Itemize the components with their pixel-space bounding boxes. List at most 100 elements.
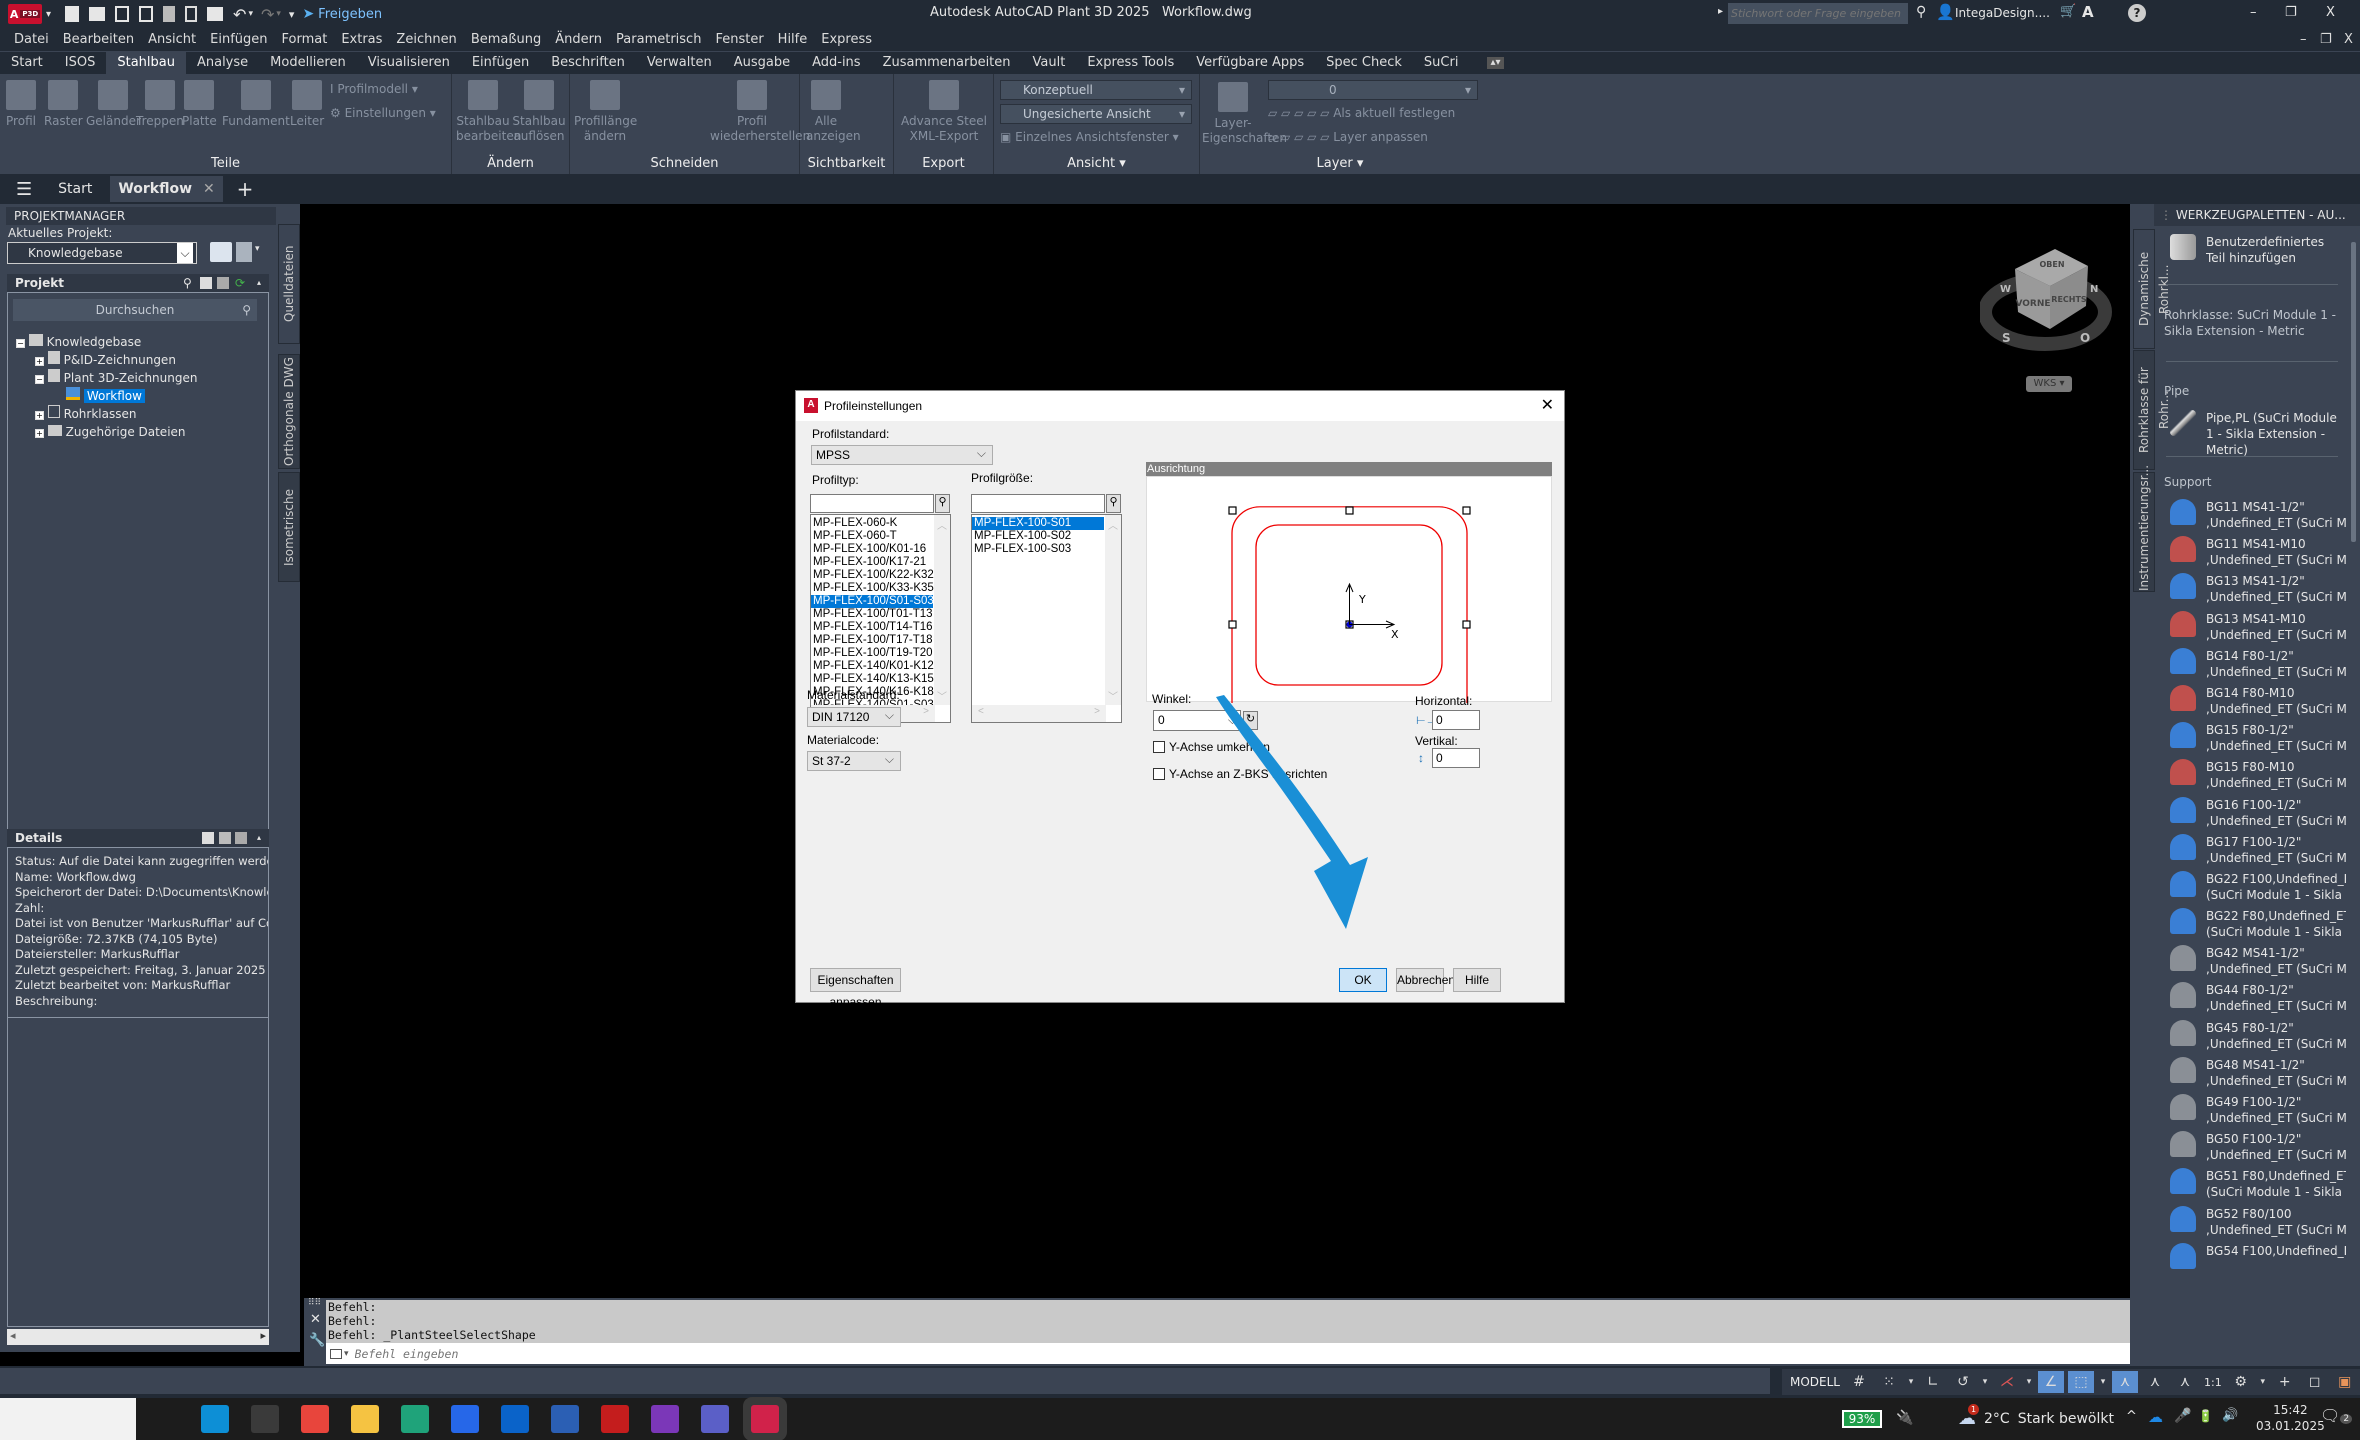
annotation-scale-dropdown[interactable]: 1:1 — [2200, 1376, 2226, 1389]
panel-title-ansicht[interactable]: Ansicht ▾ — [994, 156, 1199, 171]
project-copy-icon[interactable] — [217, 277, 229, 289]
weather-widget[interactable]: ☁ 1 2°C Stark bewölkt — [1958, 1404, 2114, 1429]
command-prompt-icon[interactable] — [330, 1348, 342, 1359]
tab-stahlbau[interactable]: Stahlbau — [106, 52, 186, 74]
app-menu-arrow-icon[interactable]: ▾ — [46, 9, 51, 20]
tab-verfuegbare-apps[interactable]: Verfügbare Apps — [1185, 52, 1315, 74]
support-item[interactable]: BG45 F80-1/2",Undefined_ET (SuCri Mo... — [2158, 1018, 2346, 1055]
palette-scrollbar[interactable] — [2351, 242, 2356, 542]
taskbar-teams-icon[interactable] — [701, 1405, 729, 1433]
menu-extras[interactable]: Extras — [341, 32, 382, 47]
support-item[interactable]: BG13 MS41-M10,Undefined_ET (SuCri Mo... — [2158, 609, 2346, 646]
annotation-scale-icon[interactable]: ⋏ — [2172, 1371, 2198, 1393]
microphone-icon[interactable]: 🎤 — [2174, 1408, 2191, 1424]
project-manager-header[interactable]: PROJEKTMANAGER — [6, 207, 276, 225]
support-item[interactable]: BG11 MS41-M10,Undefined_ET (SuCri Mo... — [2158, 534, 2346, 571]
object-snap-dropdown-icon[interactable]: ▾ — [2098, 1371, 2108, 1393]
side-tab-orthogonale-dwg[interactable]: Orthogonale DWG — [278, 354, 300, 469]
scroll-left-icon[interactable]: < — [978, 706, 984, 717]
support-item[interactable]: BG16 F100-1/2",Undefined_ET (SuCri Mo... — [2158, 795, 2346, 832]
materialstandard-dropdown[interactable]: DIN 17120 — [807, 706, 901, 727]
doc-minimize-button[interactable]: – — [2300, 32, 2307, 47]
auto-scale-icon[interactable]: ⋏ — [2142, 1371, 2168, 1393]
details-preview-icon[interactable] — [219, 832, 231, 844]
profiltyp-list-item[interactable]: MP-FLEX-100/T17-T18 — [811, 634, 933, 647]
scroll-right-icon[interactable]: > — [923, 706, 929, 717]
profilgroesse-list-item[interactable]: MP-FLEX-100-S03 — [972, 543, 1104, 556]
tree-expand-icon[interactable]: + — [35, 357, 44, 366]
menu-express[interactable]: Express — [821, 32, 872, 47]
side-tab-isometrische-dwg[interactable]: Isometrische DWG — [278, 472, 316, 582]
tab-start[interactable]: Start — [0, 52, 54, 74]
compass-s[interactable]: S — [2002, 331, 2011, 345]
help-icon[interactable]: ? — [2128, 4, 2146, 22]
taskbar-remote-desktop-icon[interactable] — [201, 1405, 229, 1433]
support-item[interactable]: BG42 MS41-1/2",Undefined_ET (SuCri Mo... — [2158, 943, 2346, 980]
network-power-icon[interactable]: 🔋 — [2198, 1409, 2213, 1423]
close-tab-icon[interactable]: ✕ — [203, 181, 215, 197]
doc-restore-button[interactable]: ❐ — [2320, 32, 2332, 47]
doc-tab-workflow[interactable]: Workflow ✕ — [110, 176, 223, 202]
isolate-objects-icon[interactable]: ◻ — [2302, 1371, 2328, 1393]
search-icon[interactable]: ⚲ — [242, 299, 251, 321]
taskbar-green-app-icon[interactable] — [251, 1405, 279, 1433]
profilgroesse-search-icon[interactable]: ⚲ — [1106, 494, 1121, 513]
profiltyp-list-item[interactable]: MP-FLEX-100/T19-T20 — [811, 647, 933, 660]
tab-ausgabe[interactable]: Ausgabe — [723, 52, 801, 74]
save-icon[interactable] — [115, 6, 130, 22]
tab-beschriften[interactable]: Beschriften — [540, 52, 636, 74]
profilgroesse-list-item[interactable]: MP-FLEX-100-S01 — [972, 517, 1104, 530]
layer-set-current-button[interactable]: ▱ ▱ ▱ ▱ ▱ Als aktuell festlegen — [1268, 106, 1528, 121]
tree-expand-icon[interactable]: + — [35, 411, 44, 420]
platte-button[interactable]: Platte — [182, 80, 217, 129]
scroll-right-icon[interactable]: ▸ — [260, 1329, 266, 1342]
scroll-down-icon[interactable]: ﹀ — [937, 688, 947, 703]
dialog-titlebar[interactable]: A Profileinstellungen ✕ — [796, 391, 1564, 421]
profiltyp-search-icon[interactable]: ⚲ — [935, 494, 950, 513]
command-customize-icon[interactable]: 🔧 — [309, 1333, 325, 1348]
profiltyp-filter-input[interactable] — [810, 494, 934, 513]
model-space-button[interactable]: MODELL — [1786, 1375, 1844, 1389]
support-item[interactable]: BG50 F100-1/2",Undefined_ET (SuCri Mo... — [2158, 1129, 2346, 1166]
profiltyp-list-item[interactable]: MP-FLEX-140/K13-K15 — [811, 673, 934, 686]
menu-format[interactable]: Format — [282, 32, 328, 47]
taskbar-onenote-icon[interactable] — [651, 1405, 679, 1433]
recent-commands-dropdown-icon[interactable]: ▾ — [344, 1349, 349, 1359]
support-item[interactable]: BG14 F80-1/2",Undefined_ET (SuCri Mo... — [2158, 646, 2346, 683]
snap-dropdown-icon[interactable]: ▾ — [1906, 1371, 1916, 1393]
collapse-section-icon[interactable]: ▴ — [257, 274, 261, 292]
menu-hilfe[interactable]: Hilfe — [778, 32, 808, 47]
support-item[interactable]: BG15 F80-M10,Undefined_ET (SuCri Mo... — [2158, 757, 2346, 794]
help-search-input[interactable] — [1728, 3, 1908, 24]
support-item[interactable]: BG14 F80-M10,Undefined_ET (SuCri Mo... — [2158, 683, 2346, 720]
treppen-button[interactable]: Treppen — [136, 80, 184, 129]
undo-icon[interactable]: ↶ — [233, 5, 246, 24]
tab-spec-check[interactable]: Spec Check — [1315, 52, 1413, 74]
profilmodell-button[interactable]: Ⅰ Profilmodell ▾ — [330, 82, 418, 97]
grip-top-left[interactable] — [1228, 506, 1237, 515]
tab-modellieren[interactable]: Modellieren — [259, 52, 357, 74]
fundament-button[interactable]: Fundament — [222, 80, 290, 129]
profilgroesse-vscrollbar[interactable]: ︿ ﹀ — [1105, 515, 1121, 705]
notification-center-icon[interactable]: 🗨 2 — [2320, 1406, 2353, 1425]
profil-button[interactable]: Profil — [6, 80, 36, 129]
ausrichtung-preview[interactable]: Y X — [1146, 476, 1552, 729]
doc-tab-start[interactable]: Start — [58, 181, 92, 197]
isodraft-dropdown-icon[interactable]: ▾ — [2024, 1371, 2034, 1393]
open-folder-icon[interactable] — [89, 7, 106, 21]
user-icon[interactable]: 👤 — [1936, 3, 1955, 21]
leiter-button[interactable]: Leiter — [290, 80, 324, 129]
profilgroesse-listbox[interactable]: MP-FLEX-100-S01 MP-FLEX-100-S02 MP-FLEX-10… — [971, 514, 1122, 723]
details-horizontal-scrollbar[interactable]: ◂ ▸ — [7, 1329, 269, 1345]
pipe-item[interactable]: Pipe,PL (SuCri Module 1 - Sikla Extensio… — [2158, 408, 2346, 457]
undo-dropdown-icon[interactable]: ▾ — [248, 9, 253, 19]
show-hidden-icons-chevron[interactable]: ^ — [2126, 1409, 2137, 1424]
menu-fenster[interactable]: Fenster — [715, 32, 763, 47]
tree-collapse-icon[interactable]: − — [16, 339, 25, 348]
viewport-config-button[interactable]: ▣ Einzelnes Ansichtsfenster ▾ — [1000, 130, 1196, 145]
taskbar-word-icon[interactable] — [551, 1405, 579, 1433]
print-icon[interactable] — [207, 7, 224, 21]
scroll-up-icon[interactable]: ︿ — [937, 517, 947, 532]
palette-tab-instrumentierung[interactable]: Instrumentierungsr... — [2133, 465, 2155, 592]
scroll-down-icon[interactable]: ﹀ — [1108, 688, 1118, 703]
